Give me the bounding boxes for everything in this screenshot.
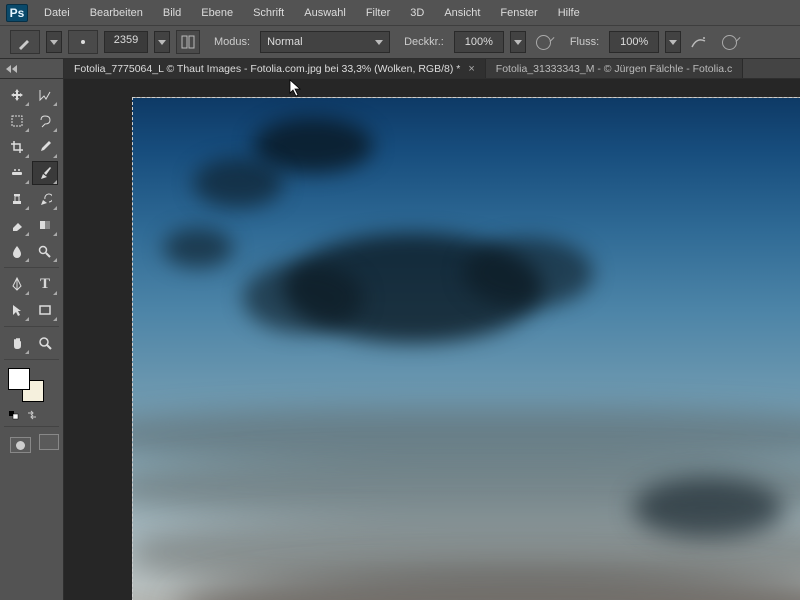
menu-ebene[interactable]: Ebene [191,3,243,23]
path-selection-tool[interactable] [4,298,30,322]
move-tool[interactable] [4,83,30,107]
document-tab-active[interactable]: Fotolia_7775064_L © Thaut Images - Fotol… [64,59,486,78]
clone-stamp-tool[interactable] [4,187,30,211]
marquee-tool[interactable] [4,109,30,133]
chevron-left-icon [6,65,11,73]
opacity-dropdown[interactable] [510,31,526,53]
menu-filter[interactable]: Filter [356,3,400,23]
brush-panel-icon [181,35,195,49]
swap-colors-button[interactable] [24,408,40,422]
chevron-left-icon [12,65,17,73]
menu-bearbeiten[interactable]: Bearbeiten [80,3,153,23]
pen-tool[interactable] [4,272,30,296]
document-tab-row: Fotolia_7775064_L © Thaut Images - Fotol… [0,59,800,79]
brush-size-field[interactable]: 2359 [104,31,148,53]
document-tab[interactable]: Fotolia_31333343_M - © Jürgen Fälchle - … [486,59,744,78]
document-canvas[interactable] [132,97,800,600]
lasso-tool[interactable] [32,109,58,133]
opacity-value: 100% [465,36,493,48]
tablet-opacity-toggle[interactable] [532,30,556,54]
artboard-tool[interactable] [32,83,58,107]
menu-hilfe[interactable]: Hilfe [548,3,590,23]
menu-datei[interactable]: Datei [34,3,80,23]
chevron-down-icon [50,40,58,45]
type-tool[interactable]: T [32,272,58,296]
document-tab-label: Fotolia_31333343_M - © Jürgen Fälchle - … [496,63,733,75]
blend-mode-value: Normal [267,36,302,48]
workspace: T [0,79,800,600]
rectangle-tool[interactable] [32,298,58,322]
hand-tool[interactable] [4,331,30,355]
app-logo: Ps [6,4,28,22]
healing-brush-tool[interactable] [4,161,30,185]
color-swatches[interactable] [8,368,48,404]
menu-bar: Ps Datei Bearbeiten Bild Ebene Schrift A… [0,0,800,25]
brush-dot-icon [81,40,85,44]
options-bar: 2359 Modus: Normal Deckkr.: 100% Fluss: … [0,25,800,59]
dodge-tool[interactable] [32,239,58,263]
toolbox-collapse-handle[interactable] [0,59,64,78]
zoom-tool[interactable] [32,331,58,355]
blend-mode-dropdown[interactable]: Normal [260,31,390,53]
toolbox: T [0,79,64,600]
crop-tool[interactable] [4,135,30,159]
menu-ansicht[interactable]: Ansicht [434,3,490,23]
flow-label: Fluss: [570,36,599,48]
opacity-label: Deckkr.: [404,36,444,48]
canvas-area [64,79,800,600]
mode-label: Modus: [214,36,250,48]
menu-schrift[interactable]: Schrift [243,3,294,23]
mouse-cursor-icon [289,79,303,97]
chevron-down-icon [158,40,166,45]
pressure-size-icon [722,35,737,50]
brush-icon [17,34,33,50]
menu-3d[interactable]: 3D [400,3,434,23]
brush-tip-preview[interactable] [68,30,98,54]
eyedropper-tool[interactable] [32,135,58,159]
chevron-down-icon [375,40,383,45]
history-brush-tool[interactable] [32,187,58,211]
menu-bild[interactable]: Bild [153,3,191,23]
document-tabs: Fotolia_7775064_L © Thaut Images - Fotol… [64,59,800,78]
tablet-size-toggle[interactable] [717,30,741,54]
brush-panel-toggle[interactable] [176,30,200,54]
default-colors-button[interactable] [6,408,22,422]
close-icon[interactable]: × [468,63,474,75]
flow-value: 100% [620,36,648,48]
brush-size-dropdown[interactable] [154,31,170,53]
brush-tool-dropdown[interactable] [46,31,62,53]
quick-mask-icon [16,441,25,450]
eraser-tool[interactable] [4,213,30,237]
gradient-tool[interactable] [32,213,58,237]
foreground-color-swatch[interactable] [8,368,30,390]
brush-tool[interactable] [32,161,58,185]
document-tab-label: Fotolia_7775064_L © Thaut Images - Fotol… [74,63,460,75]
flow-field[interactable]: 100% [609,31,659,53]
quick-mask-toggle[interactable] [10,437,31,453]
chevron-down-icon [669,40,677,45]
pressure-opacity-icon [536,35,551,50]
blur-tool[interactable] [4,239,30,263]
screen-mode-button[interactable] [39,434,60,450]
menu-auswahl[interactable]: Auswahl [294,3,356,23]
flow-dropdown[interactable] [665,31,681,53]
airbrush-toggle[interactable] [687,30,711,54]
chevron-down-icon [514,40,522,45]
opacity-field[interactable]: 100% [454,31,504,53]
menu-fenster[interactable]: Fenster [490,3,547,23]
airbrush-icon [691,35,707,49]
brush-tool-preview[interactable] [10,30,40,54]
